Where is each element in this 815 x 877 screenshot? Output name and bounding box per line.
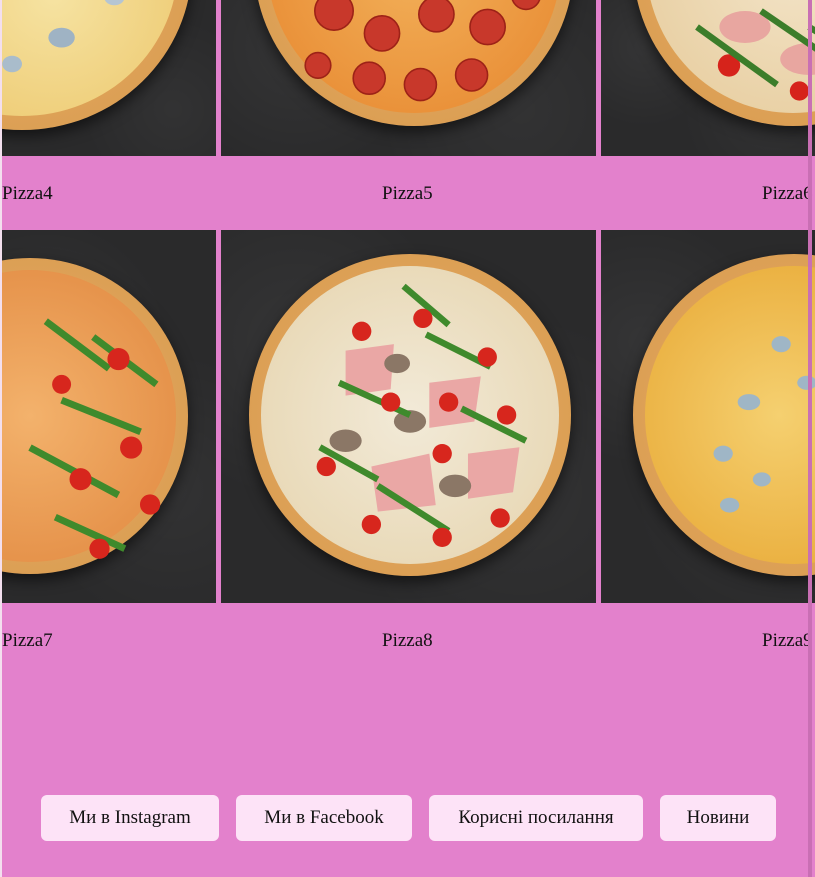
pizza6-caption: Pizza6 bbox=[762, 183, 813, 204]
pizza5-photo[interactable] bbox=[221, 0, 596, 156]
useful-links-button[interactable]: Корисні посилання bbox=[429, 795, 643, 841]
pizza4-photo[interactable] bbox=[2, 0, 216, 156]
pizza9-photo[interactable] bbox=[601, 230, 815, 603]
pizza4-caption: Pizza4 bbox=[2, 183, 53, 204]
pizza6-photo[interactable] bbox=[601, 0, 815, 156]
facebook-button[interactable]: Ми в Facebook bbox=[236, 795, 412, 841]
scrollbar-edge[interactable] bbox=[808, 0, 812, 877]
pizza7-caption: Pizza7 bbox=[2, 630, 53, 651]
pizza5-caption: Pizza5 bbox=[382, 183, 433, 204]
pizza8-photo[interactable] bbox=[221, 230, 596, 603]
pizza-gallery-page: Pizza4 Pizza5 Pizza6 Pizza7 Pizza8 Pizza… bbox=[0, 0, 815, 877]
instagram-button[interactable]: Ми в Instagram bbox=[41, 795, 219, 841]
news-button[interactable]: Новини bbox=[660, 795, 776, 841]
pizza9-caption: Pizza9 bbox=[762, 630, 813, 651]
pizza7-photo[interactable] bbox=[2, 230, 216, 603]
pizza8-caption: Pizza8 bbox=[382, 630, 433, 651]
